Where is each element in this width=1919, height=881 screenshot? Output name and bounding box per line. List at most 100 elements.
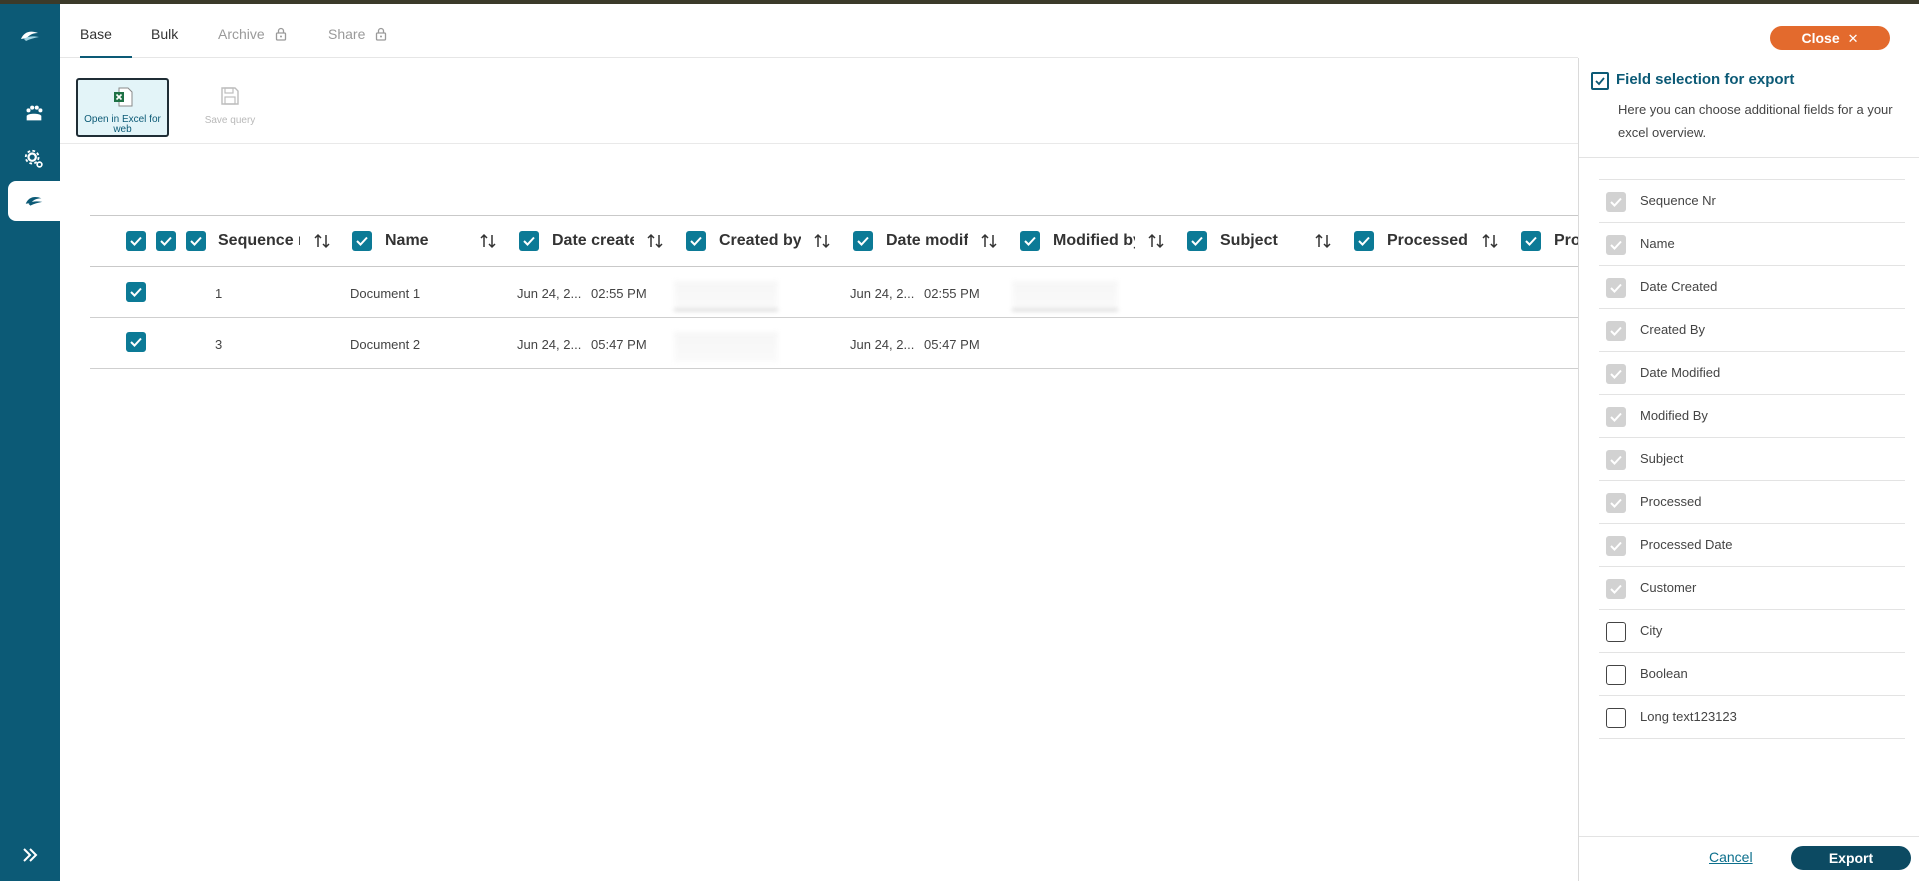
list-item[interactable]: Subject [1599,438,1905,481]
sort-icon[interactable] [1481,231,1499,251]
close-icon: ✕ [1847,31,1859,46]
checkmark-icon [130,287,142,297]
list-item[interactable]: Date Modified [1599,352,1905,395]
list-item[interactable]: Long text123123 [1599,696,1905,739]
list-item[interactable]: Processed Date [1599,524,1905,567]
column-checkbox-processed[interactable] [1354,231,1374,251]
save-icon [221,87,239,105]
cell-name: Document 2 [350,337,421,352]
list-item[interactable]: Processed [1599,481,1905,524]
field-checkbox[interactable] [1606,622,1626,642]
table-row[interactable]: 1 Document 1 Jun 24, 2... 02:55 PM Jun 2… [90,267,1578,318]
column-checkbox-processed-date[interactable] [1521,231,1541,251]
expand-rail-icon[interactable] [18,843,42,867]
column-header-created-by[interactable]: Created by [719,232,801,250]
select-all-checkbox[interactable] [126,231,146,251]
sort-icon[interactable] [1147,231,1165,251]
sort-icon[interactable] [980,231,998,251]
field-label: Subject [1640,451,1684,466]
column-header-date-modified[interactable]: Date modif [886,232,968,250]
column-header-date-created[interactable]: Date create [552,232,634,250]
column-header-modified-by[interactable]: Modified by [1053,232,1135,250]
column-toggle-checkbox[interactable] [156,231,176,251]
app-logo-icon[interactable] [18,24,42,48]
column-header-processed[interactable]: Processed [1387,232,1469,250]
checkmark-icon [1610,369,1622,379]
field-checkbox[interactable] [1606,708,1626,728]
cancel-link[interactable]: Cancel [1709,849,1753,865]
close-button[interactable]: Close ✕ [1770,26,1890,50]
column-checkbox-name[interactable] [352,231,372,251]
column-header-name[interactable]: Name [385,232,467,250]
checkmark-icon [690,236,702,246]
cell-date-modified: Jun 24, 2... [850,286,915,301]
list-item[interactable]: Modified By [1599,395,1905,438]
tab-base[interactable]: Base [80,26,132,58]
column-checkbox-date-created[interactable] [519,231,539,251]
column-header-processed-date[interactable]: Pro [1554,232,1578,250]
tab-archive[interactable]: Archive [218,26,287,58]
row-checkbox[interactable] [126,332,146,352]
field-checkbox [1606,536,1626,556]
list-item[interactable]: Boolean [1599,653,1905,696]
checkmark-icon [1525,236,1537,246]
column-header-sequence[interactable]: Sequence n [218,232,300,250]
field-label: Date Modified [1640,365,1721,380]
column-checkbox-subject[interactable] [1187,231,1207,251]
list-item[interactable]: Date Created [1599,266,1905,309]
field-label: Processed [1640,494,1702,509]
export-field-panel: Field selection for export Here you can … [1578,58,1919,881]
sort-icon[interactable] [813,231,831,251]
list-item[interactable]: Customer [1599,567,1905,610]
list-item[interactable]: Sequence Nr [1599,180,1905,223]
sort-icon[interactable] [646,231,664,251]
checkmark-icon [1610,197,1622,207]
field-label: Sequence Nr [1640,193,1716,208]
cell-sequence: 1 [215,286,223,301]
field-checkbox [1606,321,1626,341]
paw-hand-icon [26,105,43,121]
nav-item-workflow[interactable] [8,94,60,134]
nav-item-settings[interactable] [8,139,60,179]
sort-icon[interactable] [313,231,331,251]
cell-sequence: 3 [215,337,223,352]
field-checkbox [1606,493,1626,513]
list-item[interactable]: Created By [1599,309,1905,352]
cell-time-modified: 05:47 PM [924,337,980,352]
list-item[interactable]: Name [1599,223,1905,266]
list-item[interactable]: City [1599,610,1905,653]
tab-bulk[interactable]: Bulk [151,26,178,58]
left-rail [0,4,60,881]
nav-item-cloud[interactable] [8,181,60,221]
checkmark-icon [1610,498,1622,508]
column-checkbox-created-by[interactable] [686,231,706,251]
field-checkbox [1606,278,1626,298]
row-checkbox[interactable] [126,282,146,302]
export-button[interactable]: Export [1791,846,1911,870]
redacted-created-by [674,332,778,362]
checkmark-icon [1024,236,1036,246]
checkmark-icon [130,236,142,246]
panel-header: Field selection for export Here you can … [1579,58,1919,158]
excel-file-icon [113,87,132,107]
save-query-button[interactable]: Save query [190,86,270,126]
column-checkbox-modified-by[interactable] [1020,231,1040,251]
sort-icon[interactable] [1314,231,1332,251]
tab-bar: Base Bulk Archive Share [60,4,1578,58]
table-row[interactable]: 3 Document 2 Jun 24, 2... 05:47 PM Jun 2… [90,318,1578,369]
panel-select-all-checkbox[interactable] [1591,72,1609,90]
tab-share-label: Share [328,26,366,42]
field-checkbox[interactable] [1606,665,1626,685]
tab-share[interactable]: Share [328,26,387,58]
checkmark-icon [1610,283,1622,293]
field-label: Modified By [1640,408,1708,423]
sort-icon[interactable] [479,231,497,251]
column-checkbox-date-modified[interactable] [853,231,873,251]
column-checkbox-sequence[interactable] [186,231,206,251]
column-header-subject[interactable]: Subject [1220,232,1302,250]
checkmark-icon [1610,541,1622,551]
checkmark-icon [356,236,368,246]
cell-name: Document 1 [350,286,421,301]
open-in-excel-button[interactable]: Open in Excel for web [76,78,169,137]
gear-icon [24,149,43,168]
